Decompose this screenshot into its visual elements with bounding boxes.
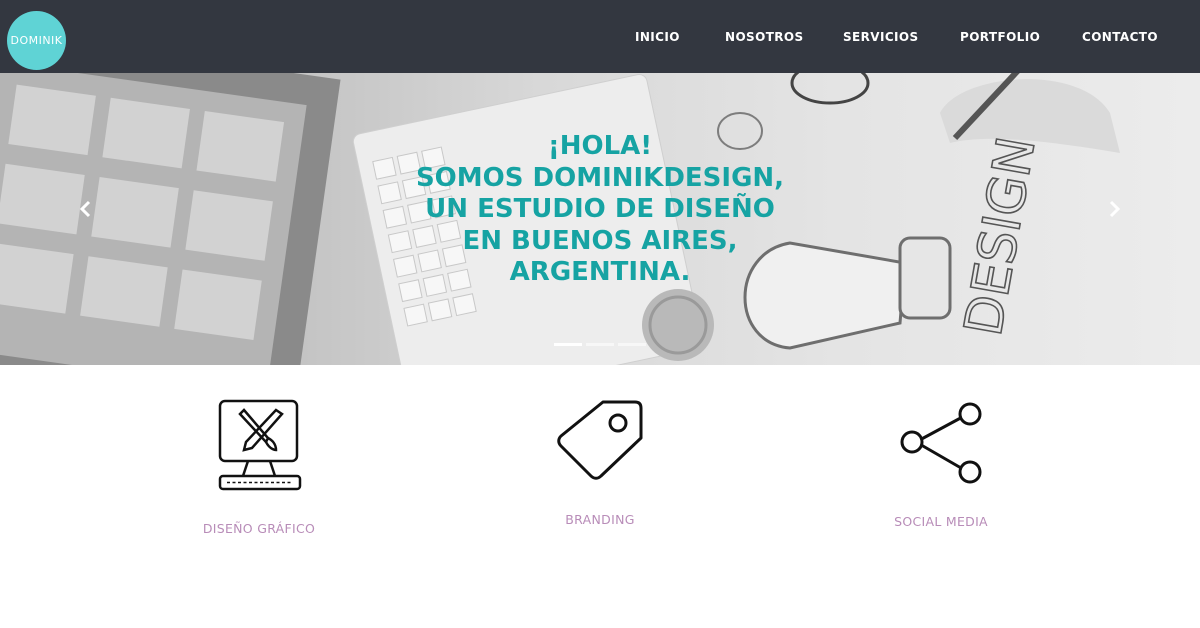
- main-nav: INICIO NOSOTROS SERVICIOS PORTFOLIO CONT…: [0, 30, 1200, 50]
- hero-line: ARGENTINA.: [509, 257, 691, 287]
- service-label-diseno-grafico[interactable]: DISEÑO GRÁFICO: [159, 521, 359, 536]
- tag-icon: [557, 400, 643, 480]
- hero-line: ¡HOLA!: [547, 131, 653, 161]
- service-label-branding[interactable]: BRANDING: [500, 512, 700, 527]
- nav-item-inicio[interactable]: INICIO: [635, 30, 680, 44]
- service-branding[interactable]: [555, 398, 645, 483]
- hero-line: UN ESTUDIO DE DISEÑO: [425, 194, 775, 224]
- site-header: DOMINIK INICIO NOSOTROS SERVICIOS PORTFO…: [0, 0, 1200, 73]
- share-icon: [900, 402, 982, 484]
- chevron-left-icon: [79, 200, 91, 218]
- slider-next-button[interactable]: [1102, 197, 1126, 221]
- service-label-social-media[interactable]: SOCIAL MEDIA: [841, 514, 1041, 529]
- hero-line: EN BUENOS AIRES,: [462, 225, 738, 256]
- service-diseno-grafico[interactable]: [210, 398, 310, 498]
- chevron-right-icon: [1109, 200, 1121, 218]
- service-social-media[interactable]: [898, 400, 986, 488]
- hero-headline: ¡HOLA! SOMOS DOMINIKDESIGN, UN ESTUDIO D…: [370, 131, 830, 289]
- slider-indicator[interactable]: [554, 343, 582, 346]
- hero-line: SOMOS DOMINIKDESIGN,: [415, 162, 785, 193]
- nav-item-portfolio[interactable]: PORTFOLIO: [960, 30, 1040, 44]
- slider-prev-button[interactable]: [74, 197, 98, 221]
- monitor-brush-pencil-icon: [218, 399, 302, 491]
- slider-indicator[interactable]: [618, 343, 646, 346]
- nav-item-nosotros[interactable]: NOSOTROS: [725, 30, 804, 44]
- nav-item-contacto[interactable]: CONTACTO: [1082, 30, 1158, 44]
- hero-slider: DESIGN ¡HOLA! SOMOS DOMINIKDESIGN, UN ES…: [0, 73, 1200, 365]
- nav-item-servicios[interactable]: SERVICIOS: [843, 30, 919, 44]
- hero-image-word: DESIGN: [954, 132, 1048, 340]
- slider-indicator[interactable]: [586, 343, 614, 346]
